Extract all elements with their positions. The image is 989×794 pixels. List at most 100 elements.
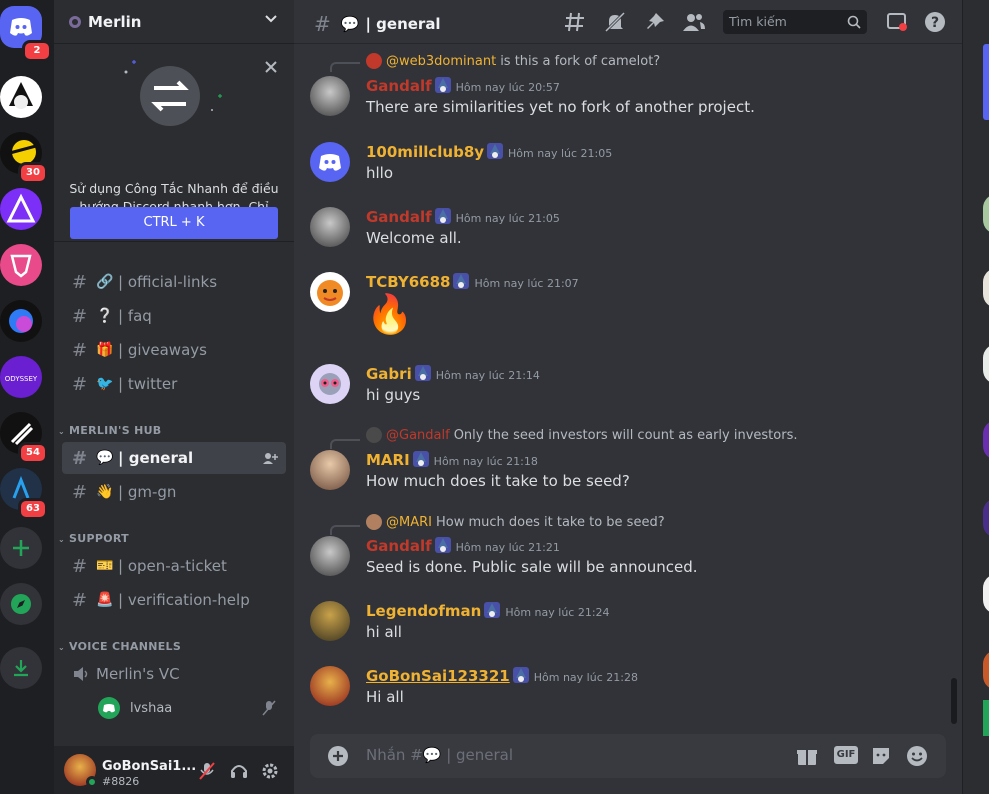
close-icon[interactable] [264, 60, 278, 74]
avatar[interactable] [310, 666, 350, 706]
channel-official-links[interactable]: # 🔗 | official-links [62, 266, 286, 298]
gif-button[interactable]: GIF [834, 746, 858, 764]
scrollbar-thumb[interactable] [951, 678, 957, 724]
server-icon-shield[interactable] [0, 244, 42, 286]
avatar[interactable] [310, 272, 350, 312]
explore-button[interactable] [0, 583, 42, 625]
add-attachment-icon[interactable] [327, 745, 349, 767]
reply-preview[interactable]: @MARI How much does it take to be seed? [366, 514, 665, 530]
message-author[interactable]: Gandalf [366, 537, 432, 555]
message-author[interactable]: 100millclub8y [366, 143, 484, 161]
avatar[interactable] [310, 536, 350, 576]
wizard-badge-icon [434, 537, 451, 553]
category-label: SUPPORT [69, 532, 129, 545]
wizard-badge-icon [412, 451, 429, 467]
download-apps-button[interactable] [0, 647, 42, 689]
category-label: VOICE CHANNELS [69, 640, 182, 653]
channel-giveaways[interactable]: # 🎁 | giveaways [62, 334, 286, 366]
member-avatar[interactable] [983, 498, 989, 538]
member-avatar[interactable] [983, 268, 989, 308]
gear-icon[interactable] [261, 762, 279, 780]
category-support[interactable]: ⌄ SUPPORT [58, 532, 129, 545]
channel-faq[interactable]: # ❔ | faq [62, 300, 286, 332]
server-header[interactable]: Merlin [54, 0, 294, 44]
member-list-icon[interactable] [682, 11, 706, 33]
channel-general[interactable]: # 💬 | general [62, 442, 286, 474]
message-author[interactable]: Gandalf [366, 208, 432, 226]
message-input[interactable]: Nhắn #💬 | general [366, 746, 786, 764]
avatar[interactable] [310, 142, 350, 182]
tiger-avatar-icon [317, 280, 343, 306]
avatar[interactable] [310, 207, 350, 247]
chevron-down-icon[interactable] [264, 12, 278, 26]
switch-illustration-icon [124, 60, 222, 126]
voice-channel-merlins-vc[interactable]: Merlin's VC [62, 658, 286, 690]
channel-sidebar: Merlin Sử dụng Công Tắc Nhanh để điều hư… [54, 0, 294, 794]
category-merlins-hub[interactable]: ⌄ MERLIN'S HUB [58, 424, 162, 437]
pin-icon[interactable] [644, 11, 666, 33]
reply-avatar [366, 53, 382, 69]
avatar[interactable] [310, 601, 350, 641]
server-icon-a[interactable] [0, 188, 42, 230]
channel-label: | faq [118, 307, 152, 325]
member-avatar[interactable] [983, 420, 989, 460]
scrollbar[interactable] [950, 48, 958, 724]
message-author[interactable]: Gabri [366, 365, 412, 383]
threads-icon[interactable] [564, 11, 586, 33]
voice-member-name: lvshaa [130, 700, 173, 716]
hash-icon: # [72, 589, 88, 611]
avatar[interactable] [310, 76, 350, 116]
user-tag: #8826 [102, 775, 140, 788]
message-content: There are similarities yet no fork of an… [366, 98, 755, 116]
message-content: How much does it take to be seed? [366, 472, 630, 490]
speech-bubble-icon: 💬 [340, 15, 360, 33]
channel-twitter[interactable]: # 🐦 | twitter [62, 368, 286, 400]
message-timestamp: Hôm nay lúc 21:21 [455, 541, 560, 554]
shortcut-button[interactable]: CTRL + K [70, 207, 278, 239]
sticker-icon[interactable] [870, 745, 892, 767]
reply-text: How much does it take to be seed? [435, 514, 665, 530]
mute-icon[interactable] [198, 762, 216, 780]
message-header: Gandalf Hôm nay lúc 21:05 [366, 207, 560, 226]
channel-verification-help[interactable]: # 🚨 | verification-help [62, 584, 286, 616]
channel-emoji: 🎫 [96, 558, 114, 574]
member-avatar[interactable] [983, 194, 989, 234]
message-author[interactable]: Gandalf [366, 77, 432, 95]
member-avatar[interactable] [983, 574, 989, 614]
inbox-icon[interactable] [886, 11, 908, 33]
message-author[interactable]: MARI [366, 451, 410, 469]
channel-open-a-ticket[interactable]: # 🎫 | open-a-ticket [62, 550, 286, 582]
gift-icon[interactable] [796, 745, 818, 767]
channel-label: | gm-gn [118, 483, 177, 501]
server-icon-odyssey[interactable]: ODYSSEY [0, 356, 42, 398]
message-author[interactable]: GoBonSai123321 [366, 667, 510, 685]
category-voice-channels[interactable]: ⌄ VOICE CHANNELS [58, 640, 181, 653]
help-icon[interactable]: ? [924, 11, 946, 33]
message-header: TCBY6688 Hôm nay lúc 21:07 [366, 272, 579, 291]
voice-member[interactable]: lvshaa [98, 696, 286, 720]
reply-preview[interactable]: @Gandalf Only the seed investors will co… [366, 427, 797, 443]
member-avatar[interactable] [983, 650, 989, 690]
invite-icon[interactable] [262, 451, 278, 465]
emoji-icon[interactable] [906, 745, 928, 767]
server-icon-wizard[interactable] [0, 76, 42, 118]
member-list-accent [983, 700, 989, 736]
hash-icon: # [72, 555, 88, 577]
avatar[interactable] [310, 450, 350, 490]
message-author[interactable]: Legendofman [366, 602, 481, 620]
headphones-icon[interactable] [230, 762, 248, 780]
server-rail: 2 30 ODYSSEY 54 63 [0, 0, 54, 794]
search-input[interactable]: Tìm kiếm [723, 10, 867, 34]
member-avatar[interactable] [983, 344, 989, 384]
message-content: hllo [366, 164, 394, 182]
avatar[interactable] [310, 364, 350, 404]
add-server-button[interactable] [0, 527, 42, 569]
reply-preview[interactable]: @web3dominant is this a fork of camelot? [366, 53, 660, 69]
channel-label: | official-links [118, 273, 218, 291]
channel-gm-gn[interactable]: # 👋 | gm-gn [62, 476, 286, 508]
channel-emoji: ❔ [96, 308, 114, 324]
message-author[interactable]: TCBY6688 [366, 273, 450, 291]
message-timestamp: Hôm nay lúc 21:05 [508, 147, 613, 160]
server-icon-orb[interactable] [0, 300, 42, 342]
notification-bell-muted-icon[interactable] [604, 11, 626, 33]
